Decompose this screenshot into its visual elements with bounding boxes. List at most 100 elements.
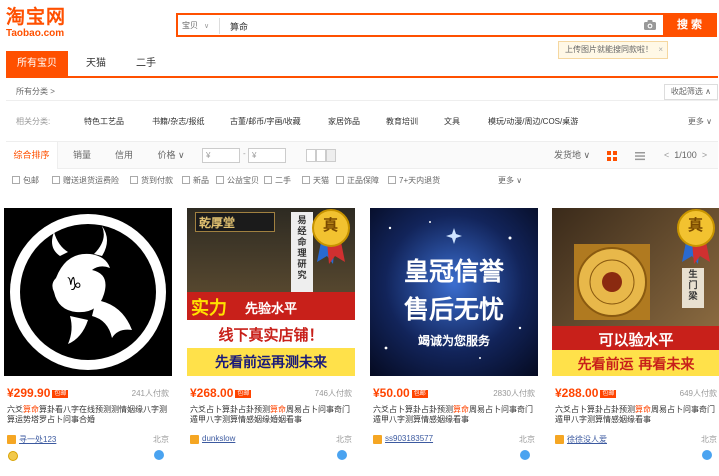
wangwang-chat-icon[interactable] [702,450,712,460]
free-shipping-badge: 包邮 [600,390,617,398]
sales-count: 746人付款 [314,389,352,398]
shop-row: ss903183577 北京 [373,434,535,446]
taobao-logo[interactable]: 淘宝网 Taobao.com [6,6,78,46]
product-price: ¥288.00 包邮 [555,386,617,400]
filter-charity[interactable]: 公益宝贝 [216,175,259,186]
filter-second-hand[interactable]: 二手 [264,175,291,186]
search-input[interactable] [230,17,630,35]
shop-icon [7,435,16,444]
product-card[interactable]: 乾厚堂 易经命理研究 真 实力 先验水平 线下真实店铺！ 先看前运再测未来 ¥2… [187,208,355,466]
product-price: ¥268.00 包邮 [190,386,252,400]
product-location: 北京 [153,435,169,444]
list-view-icon[interactable] [634,150,646,162]
grid-view-icon[interactable] [606,150,618,162]
price-row: ¥299.90 包邮 241人付款 [7,386,169,400]
ship-from-dropdown[interactable]: 发货地 ∨ [554,142,590,169]
sales-count: 649人付款 [679,389,717,398]
filter-new[interactable]: 新品 [182,175,209,186]
filter-7day-return[interactable]: 7+天内退货 [388,175,440,186]
price-min-input[interactable]: ¥ [202,148,240,163]
product-image[interactable]: 乾厚堂 易经命理研究 真 实力 先验水平 线下真实店铺！ 先看前运再测未来 [187,208,355,376]
shop-name[interactable]: dunkslow [202,434,235,443]
related-category-item[interactable]: 模玩/动漫/周边/COS/桌游 [488,116,578,127]
price-row: ¥50.00 包邮 2830人付款 [373,386,535,400]
product-title[interactable]: 六爻占卜算卦占卦预测算命周易占卜问事奇门遁甲八字测算情感姻缘看事 [555,405,717,425]
filter-free-shipping[interactable]: 包邮 [12,175,39,186]
product-card[interactable]: ♑ ¥299.90 包邮 241人付款 六爻算命算卦看八字在线预测测情姻缘八字测算… [4,208,172,466]
filter-row: 包邮 赠送退货运费险 货到付款 新品 公益宝贝 二手 天猫 正品保障 7+天内退… [6,173,718,189]
related-categories: 相关分类: 特色工艺品 书籍/杂志/报纸 古董/邮币/字画/收藏 家居饰品 教育… [6,110,718,130]
related-category-item[interactable]: 家居饰品 [328,116,360,127]
related-more-button[interactable]: 更多 ∨ [688,116,712,127]
free-shipping-badge: 包邮 [235,390,252,398]
tabs-underline [6,76,718,78]
compass-luopan-icon [574,244,650,320]
medal-icon [8,451,18,461]
wangwang-chat-icon[interactable] [154,450,164,460]
product-location: 北京 [519,435,535,444]
svg-text:♑: ♑ [66,274,82,295]
price-row: ¥288.00 包邮 649人付款 [555,386,717,400]
filter-tmall[interactable]: 天猫 [302,175,329,186]
wangwang-chat-icon[interactable] [520,450,530,460]
tab-tmall[interactable]: 天猫 [72,51,120,76]
capricorn-image: ♑ [10,214,166,370]
price-range-dash: - [243,149,246,158]
logo-chinese: 淘宝网 [6,6,67,28]
page-indicator: 1/100 [674,150,697,160]
price-max-input[interactable]: ¥ [248,148,286,163]
shop-name[interactable]: 徐徐没人爱 [567,434,607,445]
wangwang-chat-icon[interactable] [337,450,347,460]
category-row: 所有分类 > 收起筛选 ∧ [6,84,718,101]
shop-icon [373,435,382,444]
related-category-item[interactable]: 特色工艺品 [84,116,124,127]
tab-second-hand[interactable]: 二手 [122,51,170,76]
product-title[interactable]: 六爻占卜算卦占卦预测算命周易占卜问事奇门遁甲八字测算情感姻缘看事 [373,405,535,425]
price-row: ¥268.00 包邮 746人付款 [190,386,352,400]
shop-row: dunkslow 北京 [190,434,352,446]
close-icon[interactable]: × [658,42,663,58]
related-category-item[interactable]: 文具 [444,116,460,127]
filter-cod[interactable]: 货到付款 [130,175,173,186]
related-category-item[interactable]: 古董/邮币/字画/收藏 [230,116,301,127]
product-card[interactable]: 生门梁 真 可以验水平 先看前运 再看未来 ¥288.00 包邮 649人付款 六… [552,208,719,466]
filter-return-insurance[interactable]: 赠送退货运费险 [52,175,119,186]
price-range-slider[interactable] [306,149,340,162]
image-search-tip-text: 上传图片就能搜同款啦！ [565,45,653,54]
search-bar: 宝贝 ∨ 搜索 [176,13,718,37]
free-shipping-badge: 包邮 [411,390,428,398]
sort-credit[interactable]: 信用 [104,142,144,169]
logo-english: Taobao.com [6,28,65,39]
product-title[interactable]: 六爻占卜算卦占卦预测算命周易占卜问事奇门遁甲八字测算情感姻缘婚姻看事 [190,405,352,425]
prev-page-button[interactable]: < [664,150,669,160]
collapse-filter-button[interactable]: 收起筛选 ∧ [663,84,718,100]
shop-name[interactable]: 寻一处123 [19,434,56,445]
product-location: 北京 [336,435,352,444]
all-categories-link[interactable]: 所有分类 > [16,86,55,97]
image-search-tip: 上传图片就能搜同款啦！ × [558,41,668,59]
search-button[interactable]: 搜索 [665,13,717,37]
product-title[interactable]: 六爻算命算卦看八字在线预测测情姻缘八字测算运势塔罗占卜问事合婚 [7,405,169,425]
product-image[interactable]: ♑ [4,208,172,376]
next-page-button[interactable]: > [702,150,707,160]
product-card[interactable]: 皇冠信誉 售后无忧 竭诚为您服务 ¥50.00 包邮 2830人付款 六爻占卜算卦… [370,208,538,466]
filter-genuine[interactable]: 正品保障 [336,175,379,186]
product-image[interactable]: 生门梁 真 可以验水平 先看前运 再看未来 [552,208,719,376]
sort-default[interactable]: 综合排序 [6,142,58,169]
shop-row: 徐徐没人爱 北京 [555,434,717,446]
search-scope-select[interactable]: 宝贝 ∨ [182,18,221,34]
shop-name[interactable]: ss903183577 [385,434,433,443]
shop-icon [190,435,199,444]
related-category-item[interactable]: 书籍/杂志/报纸 [152,116,204,127]
sort-price[interactable]: 价格 ∨ [146,142,196,169]
sales-count: 241人付款 [131,389,169,398]
product-image[interactable]: 皇冠信誉 售后无忧 竭诚为您服务 [370,208,538,376]
related-category-item[interactable]: 教育培训 [386,116,418,127]
search-box: 宝贝 ∨ [176,13,665,37]
tab-all-items[interactable]: 所有宝贝 [6,51,68,76]
camera-icon[interactable] [643,19,657,31]
filters-more-button[interactable]: 更多 ∨ [498,175,522,186]
sort-bar: 综合排序 销量 信用 价格 ∨ ¥ - ¥ 发货地 ∨ < 1/100 > [6,141,718,169]
search-scope-label: 宝贝 [182,21,198,30]
sort-sales[interactable]: 销量 [62,142,102,169]
